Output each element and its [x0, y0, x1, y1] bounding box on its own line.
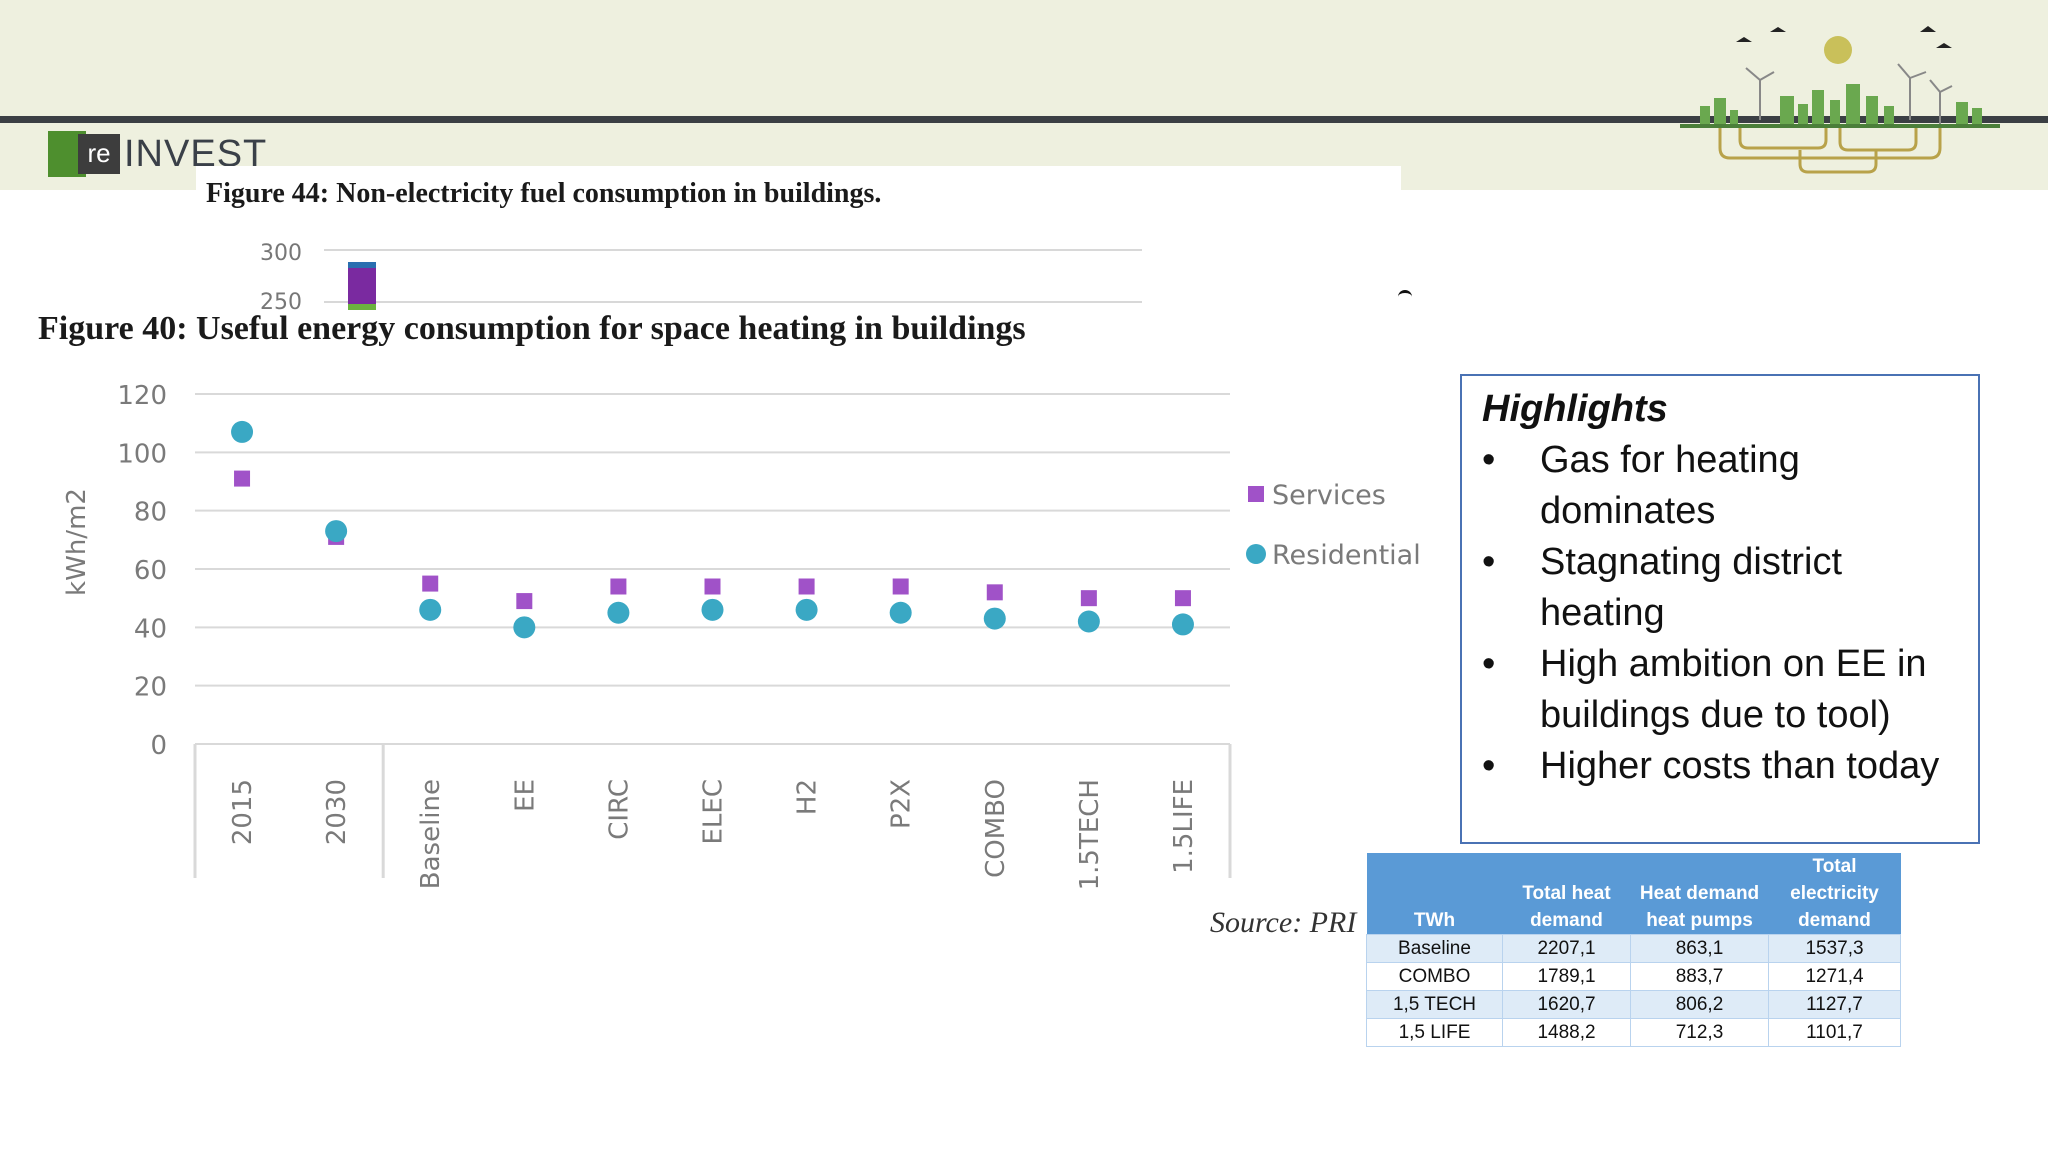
y-tick-label: 40	[134, 614, 167, 644]
table-header-cell: Heat demand heat pumps	[1630, 853, 1769, 935]
figure-40-title: Figure 40: Useful energy consumption for…	[38, 310, 1026, 347]
table-header-cell: TWh	[1366, 853, 1503, 935]
table-row: Baseline 2207,1 863,1 1537,3	[1366, 934, 1901, 963]
x-tick-label: 1.5LIFE	[1169, 779, 1199, 874]
table-cell: 883,7	[1630, 962, 1769, 991]
table-row: 1,5 TECH 1620,7 806,2 1127,7	[1366, 990, 1901, 1019]
logo-prefix: re	[78, 134, 120, 174]
x-tick-label: 2030	[322, 779, 352, 845]
residential-marker	[419, 598, 442, 621]
table-cell: 2207,1	[1502, 934, 1631, 963]
table-cell: 1789,1	[1502, 962, 1631, 991]
table-cell: 1,5 LIFE	[1366, 1018, 1503, 1047]
x-tick-label: COMBO	[981, 779, 1011, 878]
y-tick-label: 120	[117, 381, 167, 411]
fig44-bar-segment	[348, 268, 376, 304]
table-cell: 1488,2	[1502, 1018, 1631, 1047]
figure-40-chart: 0 20 40 60 80 100 120 2015 2030 Baseline EE CIRC ELE…	[62, 381, 1421, 890]
residential-marker	[231, 420, 254, 443]
x-tick-label: H2	[793, 779, 823, 815]
services-marker	[1174, 590, 1191, 607]
services-marker	[798, 578, 815, 595]
x-tick-label: Baseline	[416, 779, 446, 889]
services-marker	[234, 470, 251, 487]
residential-marker	[607, 601, 630, 624]
highlight-item: High ambition on EE in buildings due to …	[1482, 639, 1958, 741]
services-marker	[516, 593, 533, 610]
x-tick-label: 2015	[228, 779, 258, 845]
table-row: 1,5 LIFE 1488,2 712,3 1101,7	[1366, 1018, 1901, 1047]
table-cell: 1,5 TECH	[1366, 990, 1503, 1019]
x-tick-label: ELEC	[699, 779, 729, 845]
residential-marker	[1171, 613, 1194, 636]
x-tick-label: CIRC	[604, 779, 634, 840]
highlight-item: Gas for heating dominates	[1482, 435, 1958, 537]
legend-residential-label: Residential	[1272, 540, 1421, 571]
y-axis-label: kWh/m2	[62, 488, 92, 596]
services-marker	[704, 578, 721, 595]
highlights-box: Highlights Gas for heating dominates Sta…	[1460, 374, 1980, 844]
residential-marker	[983, 607, 1006, 630]
highlight-item: Higher costs than today	[1482, 741, 1958, 792]
highlights-title: Highlights	[1482, 388, 1668, 430]
table-row: COMBO 1789,1 883,7 1271,4	[1366, 962, 1901, 991]
residential-marker	[325, 520, 348, 543]
residential-marker	[701, 598, 724, 621]
table-cell: COMBO	[1366, 962, 1503, 991]
services-marker	[892, 578, 909, 595]
fig44-tick-250: 250	[260, 290, 302, 310]
table-header-cell: Total electricity demand	[1768, 853, 1901, 935]
figure-44-title: Figure 44: Non-electricity fuel consumpt…	[206, 178, 882, 209]
highlights-list: Gas for heating dominates Stagnating dis…	[1482, 435, 1958, 792]
services-marker	[1080, 590, 1097, 607]
table-cell: 1537,3	[1768, 934, 1901, 963]
services-marker	[986, 584, 1003, 601]
table-cell: 806,2	[1630, 990, 1769, 1019]
demand-table: TWh Total heat demand Heat demand heat p…	[1366, 853, 1901, 1047]
services-marker	[610, 578, 627, 595]
residential-marker	[889, 601, 912, 624]
y-tick-label: 20	[134, 673, 167, 703]
legend-services-swatch	[1248, 486, 1264, 502]
legend-residential-swatch	[1246, 544, 1266, 564]
residential-marker	[513, 616, 536, 639]
table-cell: Baseline	[1366, 934, 1503, 963]
residential-marker	[1077, 610, 1100, 633]
fig44-tick-300: 300	[260, 241, 302, 266]
cropped-glyph	[1398, 290, 1412, 307]
y-tick-label: 0	[150, 731, 167, 761]
table-cell: 1620,7	[1502, 990, 1631, 1019]
table-cell: 1271,4	[1768, 962, 1901, 991]
fig44-bar-segment	[348, 262, 376, 268]
y-tick-label: 80	[134, 498, 167, 528]
table-header-row: TWh Total heat demand Heat demand heat p…	[1366, 853, 1901, 935]
highlight-item: Stagnating district heating	[1482, 537, 1958, 639]
x-tick-label: 1.5TECH	[1075, 779, 1105, 890]
y-tick-label: 100	[117, 439, 167, 469]
source-note: Source: PRI	[1210, 906, 1357, 939]
services-marker	[422, 575, 439, 592]
residential-marker	[795, 598, 818, 621]
x-tick-label: P2X	[887, 779, 917, 829]
table-cell: 1101,7	[1768, 1018, 1901, 1047]
table-cell: 712,3	[1630, 1018, 1769, 1047]
table-cell: 863,1	[1630, 934, 1769, 963]
x-tick-label: EE	[510, 779, 540, 812]
y-tick-label: 60	[134, 556, 167, 586]
legend-services-label: Services	[1272, 480, 1386, 511]
table-cell: 1127,7	[1768, 990, 1901, 1019]
figure-44-chart: 300 250	[260, 241, 1142, 310]
table-header-cell: Total heat demand	[1502, 853, 1631, 935]
city-illustration	[1680, 26, 2000, 174]
